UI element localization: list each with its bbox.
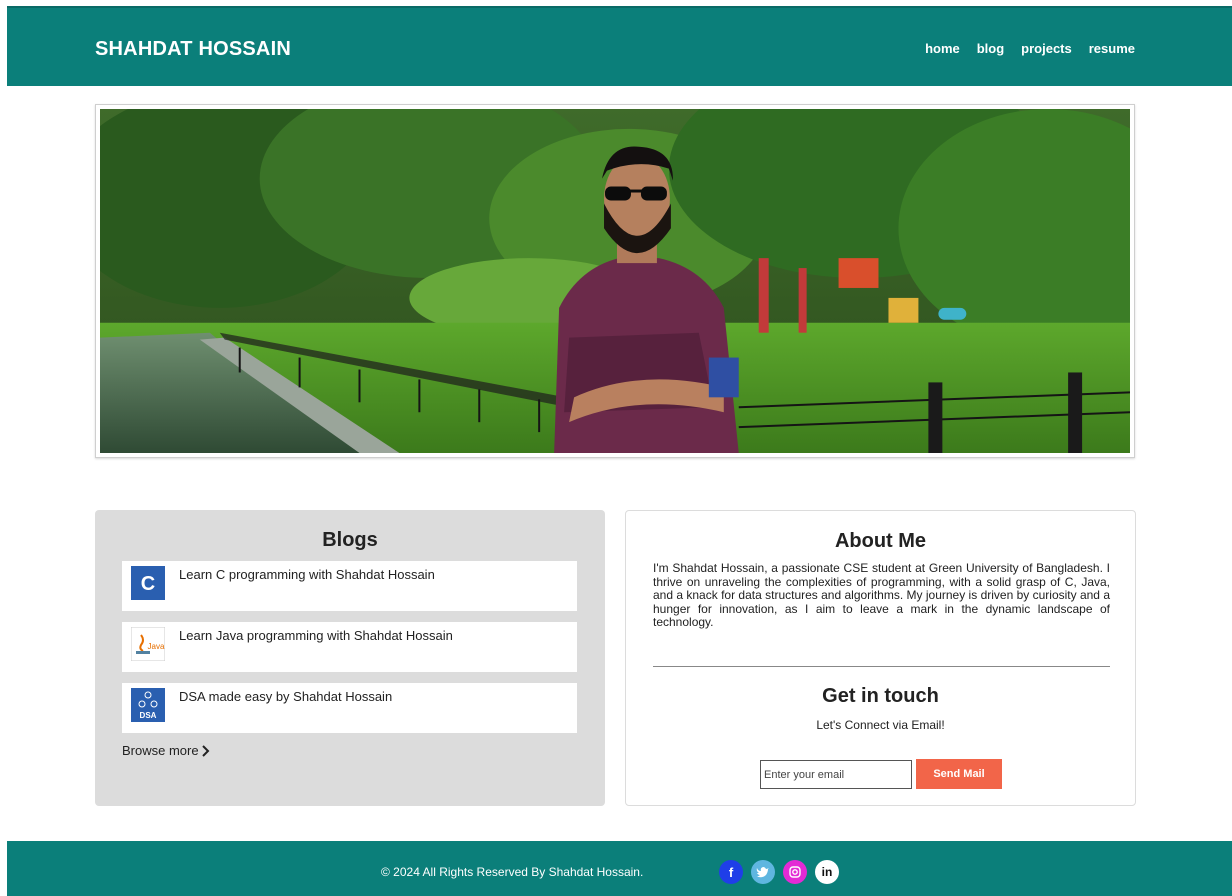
blog-item-label: Learn Java programming with Shahdat Hoss… [179,628,453,643]
nav-blog[interactable]: blog [977,41,1004,56]
contact-subtitle: Let's Connect via Email! [816,718,945,732]
c-programming-thumbnail: C [131,566,165,600]
site-header: SHAHDAT HOSSAIN home blog projects resum… [7,6,1232,86]
facebook-icon[interactable]: f [719,860,743,884]
about-title: About Me [834,530,927,552]
linkedin-icon[interactable]: in [815,860,839,884]
about-card: About Me I'm Shahdat Hossain, a passiona… [625,510,1136,806]
browse-more-link[interactable]: Browse more [122,743,210,758]
twitter-icon[interactable] [751,860,775,884]
divider [653,666,1110,667]
browse-more-label: Browse more [122,743,199,758]
hero-photo [100,109,1130,453]
blog-item-java[interactable]: Java Learn Java programming with Shahdat… [122,622,577,672]
hero-banner [95,104,1135,458]
java-thumbnail: Java [131,627,165,661]
nav-home[interactable]: home [925,41,960,56]
svg-text:C: C [141,573,155,595]
blogs-title: Blogs [322,529,378,551]
send-mail-button[interactable]: Send Mail [916,759,1002,789]
instagram-icon[interactable] [783,860,807,884]
about-text: I'm Shahdat Hossain, a passionate CSE st… [653,561,1110,629]
main-nav: home blog projects resume [925,41,1135,56]
email-input[interactable] [760,760,912,789]
twitter-bird-glyph [756,867,769,878]
blog-item-label: Learn C programming with Shahdat Hossain [179,567,435,582]
blog-item-dsa[interactable]: DSA DSA made easy by Shahdat Hossain [122,683,577,733]
copyright-text: © 2024 All Rights Reserved By Shahdat Ho… [381,865,644,879]
nav-projects[interactable]: projects [1021,41,1072,56]
blogs-card: Blogs C Learn C programming with Shahdat… [95,510,605,806]
nav-resume[interactable]: resume [1089,41,1135,56]
contact-title: Get in touch [822,685,939,707]
social-links: f in [719,860,839,884]
dsa-thumbnail: DSA [131,688,165,722]
blog-item-label: DSA made easy by Shahdat Hossain [179,689,393,704]
svg-text:DSA: DSA [140,711,157,720]
site-footer: © 2024 All Rights Reserved By Shahdat Ho… [7,841,1232,896]
chevron-right-icon [201,744,209,757]
brand-name[interactable]: SHAHDAT HOSSAIN [95,38,291,61]
blog-item-c[interactable]: C Learn C programming with Shahdat Hossa… [122,561,577,611]
instagram-glyph [789,866,801,878]
svg-text:Java: Java [148,642,165,651]
